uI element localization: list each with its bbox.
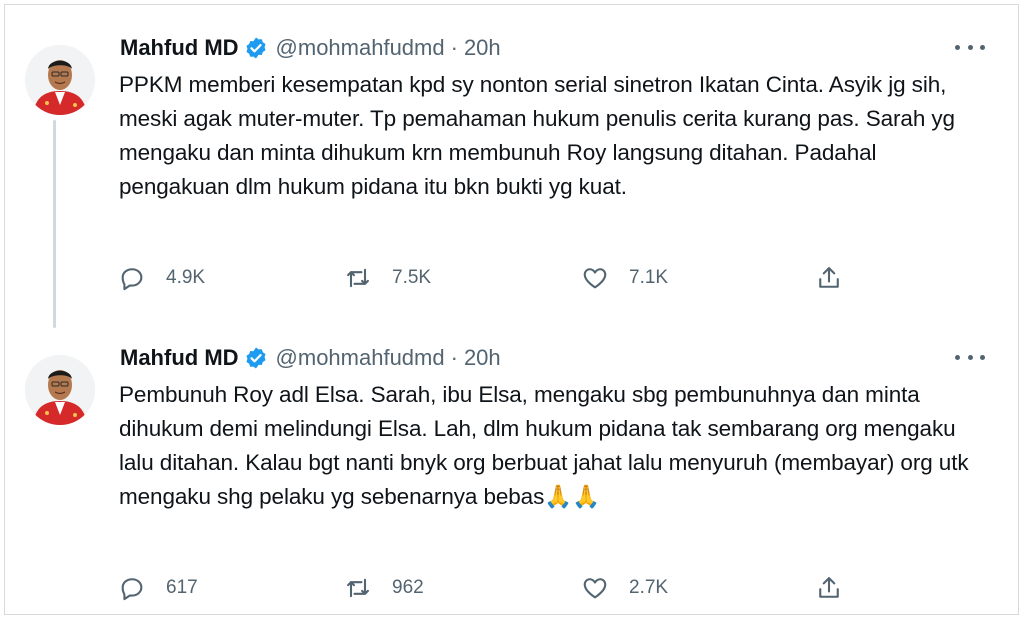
- retweet-button[interactable]: 962: [344, 571, 424, 605]
- tweet-text: Pembunuh Roy adl Elsa. Sarah, ibu Elsa, …: [119, 382, 969, 509]
- reply-count: 617: [166, 577, 198, 598]
- author-name[interactable]: Mahfud MD: [120, 35, 239, 61]
- timestamp[interactable]: 20h: [464, 345, 501, 371]
- avatar[interactable]: [25, 45, 95, 115]
- retweet-icon: [347, 268, 369, 288]
- tweet-actions: 4.9K 7.5K 7.1K: [118, 261, 858, 295]
- thread-connector-line: [53, 120, 56, 328]
- retweet-button[interactable]: 7.5K: [344, 261, 431, 295]
- retweet-count: 7.5K: [392, 267, 432, 288]
- share-icon: [819, 577, 839, 598]
- share-icon: [819, 267, 839, 288]
- verified-badge-icon: [246, 37, 266, 59]
- separator-dot: ·: [450, 35, 458, 60]
- reply-button[interactable]: 617: [118, 571, 198, 605]
- like-count: 7.1K: [629, 267, 669, 288]
- tweet-header: Mahfud MD @mohmahfudmd · 20h: [120, 33, 501, 63]
- more-options-icon[interactable]: [955, 36, 985, 58]
- more-options-icon[interactable]: [955, 346, 985, 368]
- avatar[interactable]: [25, 355, 95, 425]
- reply-icon: [121, 578, 143, 601]
- reply-count: 4.9K: [166, 267, 206, 288]
- separator-dot: ·: [450, 345, 458, 370]
- share-button[interactable]: [815, 261, 843, 295]
- tweet-text: PPKM memberi kesempatan kpd sy nonton se…: [119, 72, 955, 199]
- share-button[interactable]: [815, 571, 843, 605]
- timestamp[interactable]: 20h: [464, 35, 501, 61]
- verified-badge-icon: [246, 347, 266, 369]
- author-name[interactable]: Mahfud MD: [120, 345, 239, 371]
- tweet-header: Mahfud MD @mohmahfudmd · 20h: [120, 343, 501, 373]
- like-icon: [583, 268, 607, 289]
- reply-button[interactable]: 4.9K: [118, 261, 205, 295]
- retweet-count: 962: [392, 577, 424, 598]
- like-count: 2.7K: [629, 577, 669, 598]
- author-handle[interactable]: @mohmahfudmd: [276, 35, 445, 61]
- tweet-actions: 617 962 2.7K: [118, 571, 858, 605]
- reply-icon: [121, 268, 143, 291]
- author-handle[interactable]: @mohmahfudmd: [276, 345, 445, 371]
- like-icon: [583, 578, 607, 599]
- like-button[interactable]: 2.7K: [581, 571, 668, 605]
- like-button[interactable]: 7.1K: [581, 261, 668, 295]
- retweet-icon: [347, 578, 369, 598]
